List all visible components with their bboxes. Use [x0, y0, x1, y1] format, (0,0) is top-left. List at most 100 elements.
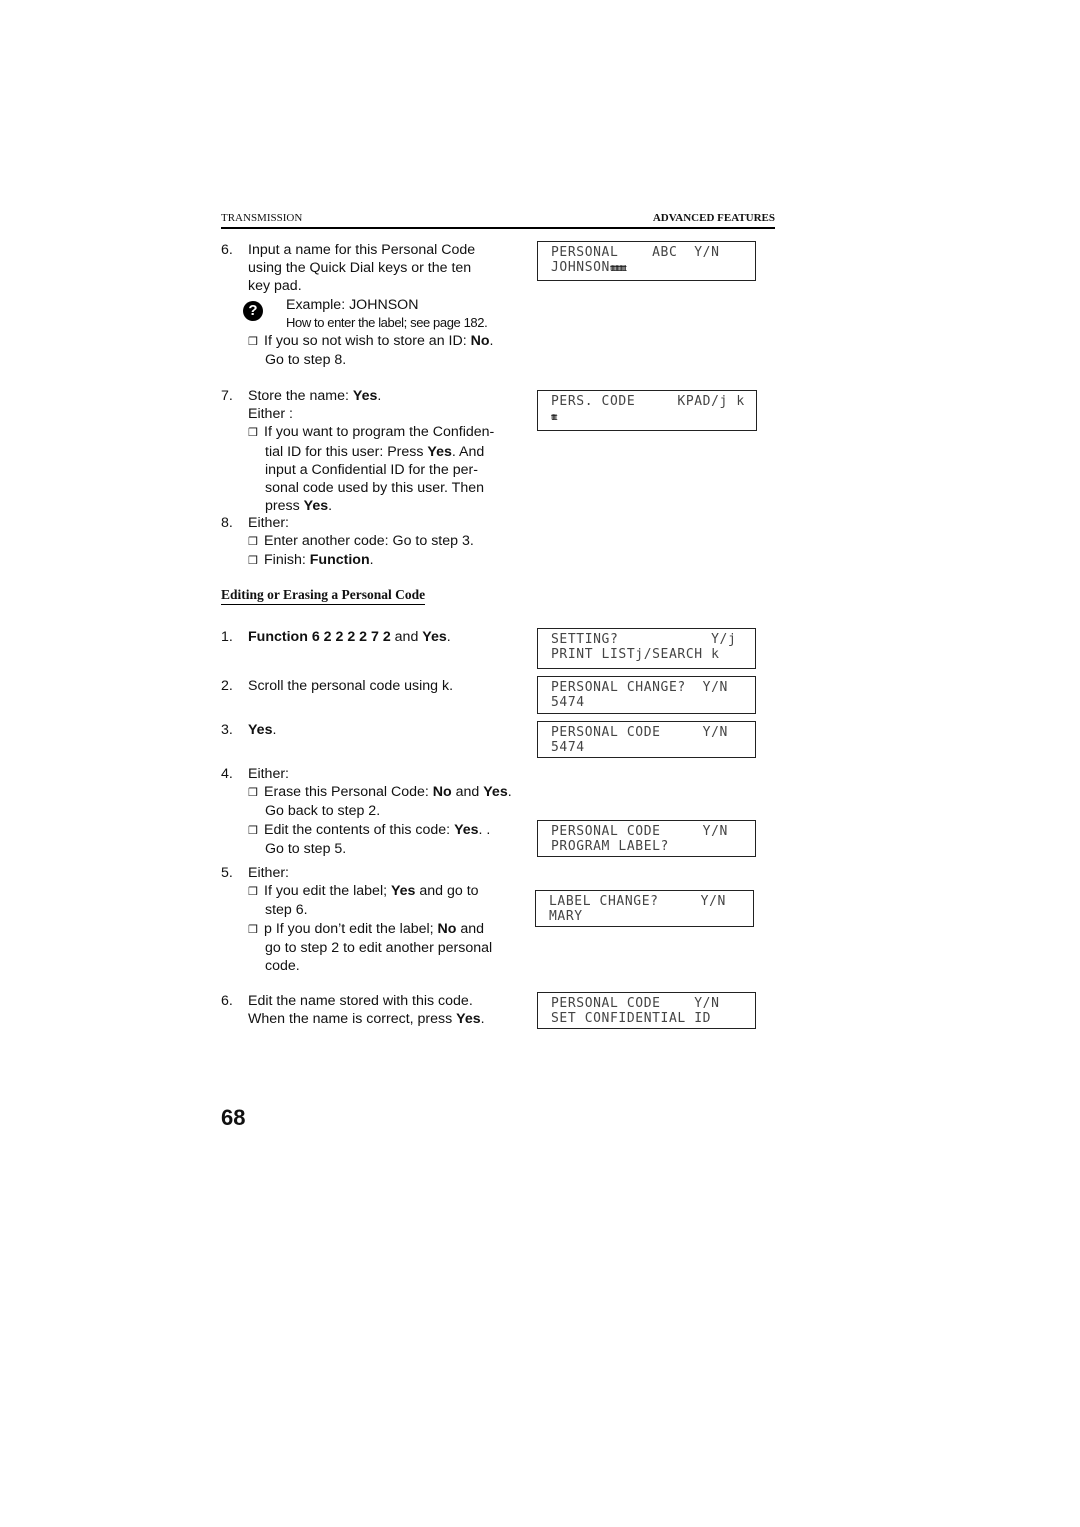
lcd-row: PRINT LISTj/SEARCH k: [551, 647, 720, 662]
lcd-row: SETTING? Y/j: [551, 632, 737, 647]
bullet-line: Go back to step 2.: [265, 803, 381, 820]
text-line: When the name is correct, press Yes.: [248, 1010, 485, 1028]
lcd-row: tttt: [551, 409, 756, 424]
key-name: Yes: [303, 498, 329, 515]
question-icon: ?: [243, 301, 263, 321]
lcd-row: MARY: [549, 909, 583, 924]
text: and: [390, 629, 423, 645]
text: and: [456, 920, 485, 937]
text-line: Either:: [248, 515, 290, 531]
step-number: 3.: [221, 722, 233, 738]
step-body: Edit the name stored with this code. Whe…: [248, 992, 485, 1028]
bullet-line: Go to step 5.: [265, 840, 347, 857]
checkbox-bullet-icon: ❒: [248, 923, 258, 936]
bullet-line: press Yes.: [248, 497, 494, 515]
key-name: Yes: [390, 883, 416, 900]
header-section: TRANSMISSION: [221, 212, 303, 224]
key-name: No: [437, 920, 457, 937]
step-number: 4.: [221, 766, 233, 782]
text: .: [446, 629, 451, 645]
lcd-text: JOHNSON: [551, 260, 610, 275]
key-name: No: [432, 784, 452, 801]
text-line: key pad.: [248, 278, 302, 295]
checkbox-bullet-icon: ❒: [248, 824, 258, 837]
text: If you so not wish to store an ID:: [264, 333, 471, 349]
step-number: 6.: [221, 242, 233, 258]
step-body: Store the name: Yes. Either : ❒ If you wa…: [248, 387, 494, 515]
bullet-line: ❒ Edit the contents of this code: Yes. .: [248, 821, 512, 840]
step-body: Scroll the personal code using k.: [248, 678, 454, 694]
lcd-row: JOHNSONtttttttttttt: [551, 260, 755, 275]
text: .: [369, 552, 374, 569]
text: tial ID for this user: Press: [265, 443, 428, 460]
text-line: Either :: [248, 406, 293, 423]
lcd-display-setting: SETTING? Y/j PRINT LISTj/SEARCH k: [537, 628, 756, 669]
step-number: 8.: [221, 515, 233, 531]
text: and go to: [415, 883, 479, 900]
key-name: Yes: [422, 629, 447, 645]
text: . .: [478, 821, 491, 838]
key-name: Yes: [483, 784, 508, 801]
bullet-line: step 6.: [265, 902, 308, 919]
key-name: Yes: [352, 388, 378, 404]
header-chapter: ADVANCED FEATURES: [652, 212, 775, 224]
text: .: [507, 784, 512, 801]
text: If you want to program the Confiden-: [264, 424, 495, 441]
text: .: [272, 722, 277, 738]
key-name: Function: [309, 552, 370, 569]
lcd-display-program-label: PERSONAL CODE Y/N PROGRAM LABEL?: [537, 820, 756, 857]
lcd-row: PERS. CODE KPAD/j k: [551, 394, 745, 409]
step-number: 5.: [221, 865, 233, 881]
text: .: [489, 333, 494, 349]
lcd-row: SET CONFIDENTIAL ID: [551, 1011, 712, 1026]
bullet-line: ❒ Finish: Function.: [248, 551, 474, 570]
lcd-row: PERSONAL CODE Y/N: [551, 996, 720, 1011]
text-line: Edit the name stored with this code.: [248, 993, 473, 1009]
text-line: Store the name: Yes.: [248, 387, 494, 405]
lcd-display-personal-code: PERSONAL CODE Y/N 5474: [537, 721, 756, 758]
text: press: [265, 498, 304, 515]
text: .: [377, 388, 382, 404]
lcd-row: 5474: [551, 695, 585, 710]
checkbox-bullet-icon: ❒: [248, 427, 258, 440]
text-line: Either:: [248, 766, 290, 782]
text-line: Either:: [248, 865, 290, 881]
lcd-row: PROGRAM LABEL?: [551, 839, 669, 854]
page-number: 68: [221, 1105, 246, 1130]
howto-note: How to enter the label; see page 182.: [286, 315, 488, 330]
lcd-row: PERSONAL CODE Y/N: [551, 725, 728, 740]
text: Store the name:: [248, 388, 353, 404]
lcd-row: PERSONAL CODE Y/N: [551, 824, 728, 839]
text: Finish:: [264, 552, 310, 569]
bullet-no-id: ❒ If you so not wish to store an ID: No. …: [248, 332, 493, 369]
text-line: using the Quick Dial keys or the ten: [248, 260, 472, 277]
example-note: Example: JOHNSON: [286, 297, 419, 313]
bullet-line: tial ID for this user: Press Yes. And: [248, 443, 494, 461]
text: Erase this Personal Code:: [264, 784, 433, 801]
key-sequence: Function 6 2 2 2 2 7 2: [248, 629, 391, 645]
bullet-line: input a Confidential ID for the per-: [265, 461, 478, 478]
bullet-line: ❒ Enter another code: Go to step 3.: [248, 532, 474, 551]
lcd-cursor-fill: tttttttttttt: [610, 263, 627, 273]
step-body: Either: ❒ Erase this Personal Code: No an…: [248, 765, 512, 858]
lcd-display-label-change: LABEL CHANGE? Y/N MARY: [535, 890, 754, 927]
checkbox-bullet-icon: ❒: [248, 536, 258, 549]
lcd-cursor-fill: tttt: [551, 412, 557, 422]
lcd-display-personal-name: PERSONAL ABC Y/N JOHNSONtttttttttttt: [537, 241, 756, 281]
text-line: Go to step 8.: [265, 352, 347, 369]
step-number: 7.: [221, 388, 233, 404]
text: Enter another code: Go to step 3.: [264, 533, 474, 550]
key-name: Yes: [456, 1011, 481, 1028]
text: . And: [451, 443, 485, 460]
key-name: Yes: [248, 722, 273, 738]
text-line: Input a name for this Personal Code: [248, 242, 476, 258]
bullet-line: ❒ If you want to program the Confiden-: [248, 423, 494, 442]
bullet-line: go to step 2 to edit another personal: [265, 939, 493, 956]
checkbox-bullet-icon: ❒: [248, 555, 258, 568]
running-header: TRANSMISSION ADVANCED FEATURES: [221, 212, 775, 229]
text: If you edit the label;: [264, 883, 391, 900]
step-number: 1.: [221, 629, 233, 645]
text: and: [451, 784, 484, 801]
checkbox-bullet-icon: ❒: [248, 336, 258, 348]
lcd-row: 5474: [551, 740, 585, 755]
